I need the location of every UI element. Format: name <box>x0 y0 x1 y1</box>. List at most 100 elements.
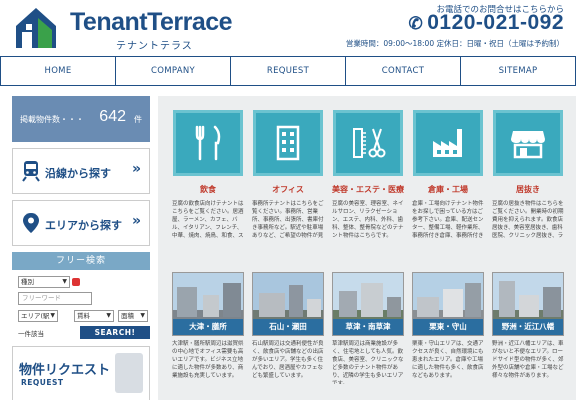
category-desc: 豆腐の飲食店向けテナントはこちらをご覧ください。居酒屋、ラーメン、カフェ、バル、… <box>172 201 244 239</box>
type-select[interactable]: 種別 ▼ <box>18 276 70 288</box>
rent-select-value: 賃料 <box>77 312 90 320</box>
size-select-value: 面積 <box>121 312 134 320</box>
site-logo[interactable]: TenantTerrace テナントテラス <box>12 4 233 54</box>
type-select-value: 種別 <box>21 278 34 286</box>
house-logo-icon <box>16 8 56 48</box>
category-tile[interactable] <box>173 110 243 176</box>
required-badge-icon <box>72 278 80 286</box>
free-word-input[interactable]: フリーワード <box>18 292 92 305</box>
search-by-area-label: エリアから探す <box>45 219 122 232</box>
category-tile[interactable] <box>413 110 483 176</box>
free-search-heading: フリー検索 <box>12 252 150 270</box>
fork-knife-icon <box>195 125 221 161</box>
category-tile[interactable] <box>333 110 403 176</box>
logo-subtitle: テナントテラス <box>116 41 193 52</box>
listing-count-unit: 件 <box>134 115 142 124</box>
chevron-down-icon: ▼ <box>50 312 55 319</box>
property-request-banner[interactable]: 物件リクエスト REQUEST <box>12 346 150 400</box>
area-ishiyama-seta[interactable]: 石山・瀬田 石山駅周辺は交通利便性が良く、飲食店や店舗などの出店が多いエリア。学… <box>248 272 328 384</box>
area-photo[interactable]: 石山・瀬田 <box>252 272 324 336</box>
area-photo[interactable]: 大津・膳所 <box>172 272 244 336</box>
area-desc: 大津駅・膳所駅周辺は滋賀県の中心地でオフィス需要も高いエリアです。ビジネス立地に… <box>172 341 244 379</box>
category-name: オフィス <box>272 185 304 194</box>
storefront-icon <box>511 131 545 159</box>
area-label: 栗東・守山 <box>413 319 483 335</box>
chevron-right-icon: » <box>131 213 141 229</box>
rent-select[interactable]: 賃料 ▼ <box>74 310 114 322</box>
area-desc: 野洲・近江八幡エリアは、車がないと不便なエリア。ロードサイド型の物件が多く、郊外… <box>492 341 564 379</box>
phone-icon: ✆ <box>408 14 424 33</box>
main-content: 飲食 豆腐の飲食店向けテナントはこちらをご覧ください。居酒屋、ラーメン、カフェ、… <box>158 96 576 400</box>
listing-count-label: 掲載物件数・・・ <box>20 115 84 124</box>
category-name: 倉庫・工場 <box>428 185 468 194</box>
nav-company[interactable]: COMPANY <box>116 57 231 85</box>
category-desc: 倉庫・工場向けテナント物件をお探しで困っている方はご参考下さい。倉庫、配送センタ… <box>412 201 484 239</box>
listing-count-box: 掲載物件数・・・ 642 件 <box>12 96 150 142</box>
phone-text: 0120-021-092 <box>427 11 564 34</box>
global-nav: HOME COMPANY REQUEST CONTACT SITEMAP <box>0 56 576 86</box>
photo-building <box>259 293 285 317</box>
phone-number[interactable]: ✆ 0120-021-092 <box>408 11 564 35</box>
category-desc: 豆腐の美容室、理容室、ネイルサロン、リラクゼーション、エステ、内科、外科、歯科、… <box>332 201 404 239</box>
nav-contact[interactable]: CONTACT <box>346 57 461 85</box>
nav-home[interactable]: HOME <box>0 57 116 85</box>
photo-building <box>443 289 463 317</box>
photo-building <box>361 283 383 317</box>
search-by-area-button[interactable]: エリアから探す » <box>12 200 150 246</box>
sidebar: 掲載物件数・・・ 642 件 沿線から探す » エリアから探す » フリー検索 … <box>12 96 150 400</box>
photo-building <box>387 297 401 317</box>
area-otsu-zeze[interactable]: 大津・膳所 大津駅・膳所駅周辺は滋賀県の中心地でオフィス需要も高いエリアです。ビ… <box>168 272 248 384</box>
category-beauty[interactable]: 美容・エステ・医療 豆腐の美容室、理容室、ネイルサロン、リラクゼーション、エステ… <box>328 110 408 240</box>
category-desc: 事務所テナントはこちらをご覧ください。事務所、営業所、事務所、出張所、書庫付き事… <box>252 201 324 239</box>
photo-building <box>307 299 321 317</box>
photo-building <box>203 295 219 317</box>
category-name: 飲食 <box>200 185 216 194</box>
area-photo[interactable]: 草津・南草津 <box>332 272 404 336</box>
area-desc: 石山駅周辺は交通利便性が良く、飲食店や店舗などの出店が多いエリア。学生も多く住ん… <box>252 341 324 379</box>
photo-building <box>223 283 241 317</box>
business-hours: 営業時間：09:00～18:00 定休日：日曜・祝日（土曜は予約制） <box>345 39 564 48</box>
category-furnished[interactable]: 居抜き 豆腐の居抜き物件はこちらをご覧ください。開業時の初期費用を抑えられます。… <box>488 110 568 240</box>
area-desc: 栗東・守山エリアは、交通アクセスが良く、自然環境にも恵まれたエリア。倉庫や工場に… <box>412 341 484 379</box>
category-warehouse[interactable]: 倉庫・工場 倉庫・工場向けテナント物件をお探しで困っている方はご参考下さい。倉庫… <box>408 110 488 240</box>
category-name: 美容・エステ・医療 <box>332 185 404 194</box>
search-by-line-button[interactable]: 沿線から探す » <box>12 148 150 194</box>
search-submit-button[interactable]: SEARCH! <box>80 326 150 339</box>
area-desc: 草津駅周辺は商業施設が多く、住宅地としても人気。飲食店、美容室、クリニックなど多… <box>332 341 404 384</box>
listing-count-value: 642 <box>99 108 126 125</box>
photo-building <box>289 285 303 317</box>
chevron-right-icon: » <box>131 161 141 177</box>
category-tile[interactable] <box>493 110 563 176</box>
train-icon <box>22 161 40 182</box>
photo-building <box>499 281 515 317</box>
area-photo[interactable]: 栗東・守山 <box>412 272 484 336</box>
building-icon <box>276 125 300 161</box>
area-select-value: エリア(駅 <box>21 312 50 320</box>
chevron-down-icon: ▼ <box>62 278 67 285</box>
area-ritto-moriyama[interactable]: 栗東・守山 栗東・守山エリアは、交通アクセスが良く、自然環境にも恵まれたエリア。… <box>408 272 488 384</box>
chevron-down-icon: ▼ <box>106 312 111 319</box>
category-list: 飲食 豆腐の飲食店向けテナントはこちらをご覧ください。居酒屋、ラーメン、カフェ、… <box>168 110 568 240</box>
category-office[interactable]: オフィス 事務所テナントはこちらをご覧ください。事務所、営業所、事務所、出張所、… <box>248 110 328 240</box>
search-by-line-label: 沿線から探す <box>45 167 111 180</box>
area-label: 草津・南草津 <box>333 319 403 335</box>
category-restaurant[interactable]: 飲食 豆腐の飲食店向けテナントはこちらをご覧ください。居酒屋、ラーメン、カフェ、… <box>168 110 248 240</box>
nav-sitemap[interactable]: SITEMAP <box>461 57 576 85</box>
size-select[interactable]: 面積 ▼ <box>118 310 148 322</box>
nav-request[interactable]: REQUEST <box>231 57 346 85</box>
area-yasu-omihachiman[interactable]: 野洲・近江八幡 野洲・近江八幡エリアは、車がないと不便なエリア。ロードサイド型の… <box>488 272 568 384</box>
photo-building <box>339 291 357 317</box>
category-desc: 豆腐の居抜き物件はこちらをご覧ください。開業時の初期費用を抑えられます。飲食店居… <box>492 201 564 239</box>
comb-scissors-icon <box>353 128 386 158</box>
request-subtitle: REQUEST <box>21 378 64 387</box>
area-kusatsu[interactable]: 草津・南草津 草津駅周辺は商業施設が多く、住宅地としても人気。飲食店、美容室、ク… <box>328 272 408 384</box>
request-title: 物件リクエスト <box>19 363 111 378</box>
area-select[interactable]: エリア(駅 ▼ <box>18 310 58 322</box>
category-name: 居抜き <box>516 185 540 194</box>
photo-building <box>465 283 481 317</box>
category-tile[interactable] <box>253 110 323 176</box>
map-pin-icon <box>23 213 39 233</box>
chevron-down-icon: ▼ <box>140 312 145 319</box>
only-match-checkbox[interactable]: 一件該当 <box>18 328 44 338</box>
area-photo[interactable]: 野洲・近江八幡 <box>492 272 564 336</box>
